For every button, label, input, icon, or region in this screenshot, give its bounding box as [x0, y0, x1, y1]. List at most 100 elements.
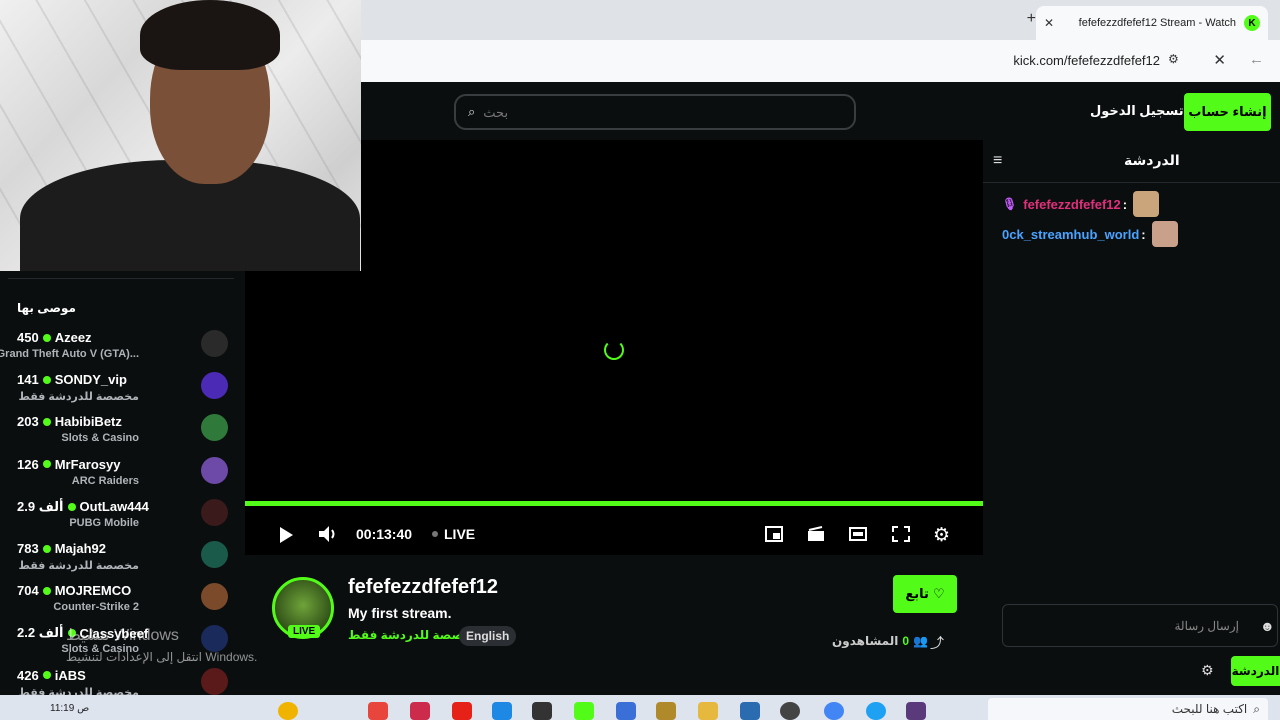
channel-item-avatar — [201, 414, 228, 442]
chat-username[interactable]: 0ck_streamhub_world — [1002, 227, 1139, 242]
chat-title: الدردشة — [1124, 152, 1180, 168]
channel-viewers: 783 — [17, 541, 39, 556]
edge-icon[interactable] — [492, 702, 512, 720]
channel-item-name: SONDY_vip — [54, 372, 127, 388]
channel-item-name: MOJREMCO — [54, 583, 132, 599]
editor-icon[interactable] — [740, 702, 760, 720]
site-settings-icon[interactable]: ⚙ — [1168, 52, 1188, 70]
browser-tab[interactable]: K fefefezzdfefef12 Stream - Watch ✕ — [1036, 6, 1268, 40]
collapse-chat-icon[interactable]: ≡ — [993, 152, 1002, 170]
tab-close-icon[interactable]: ✕ — [1044, 16, 1054, 30]
chat-settings-icon[interactable]: ⚙ — [1201, 662, 1214, 679]
chat-input-box[interactable] — [1002, 604, 1278, 647]
language-tag[interactable]: English — [459, 626, 517, 646]
channel-item-name: MrFarosyy — [54, 456, 121, 472]
chat-message: 0ck_streamhub_world : — [1002, 221, 1178, 247]
clip-icon[interactable] — [807, 526, 825, 542]
sidebar-channel-item[interactable]: 450 Azeez Grand Theft Auto V (GTA)... — [0, 330, 245, 372]
youtube-icon[interactable] — [452, 702, 472, 720]
opera-icon[interactable] — [410, 702, 430, 720]
login-button[interactable]: تسجيل الدخول — [1090, 103, 1184, 119]
live-dot-icon — [42, 333, 51, 342]
viewers-label: المشاهدون — [832, 634, 899, 648]
channel-item-avatar — [201, 625, 228, 653]
signup-button[interactable]: إنشاء حساب — [1184, 93, 1271, 131]
file-explorer-icon[interactable] — [698, 702, 718, 720]
channel-header: 126 MrFarosyy — [17, 457, 120, 472]
theater-mode-icon[interactable] — [849, 527, 867, 541]
windows-activation-title: تنشيط Windows — [66, 627, 179, 644]
channel-item-avatar — [201, 667, 228, 695]
new-tab-button[interactable]: + — [1027, 10, 1036, 28]
live-dot-icon — [42, 417, 51, 426]
recommended-title: موصى بها — [17, 301, 76, 315]
game-icon[interactable] — [906, 702, 926, 720]
volume-icon[interactable] — [318, 525, 338, 543]
live-dot-icon — [42, 586, 51, 595]
users-icon: 👥 — [913, 634, 928, 648]
back-arrow-icon[interactable]: ← — [1249, 51, 1264, 68]
heart-icon: ♡ — [932, 586, 945, 601]
follow-button[interactable]: تابع ♡ — [893, 575, 957, 613]
search-input[interactable] — [483, 104, 842, 120]
miniplayer-icon[interactable] — [765, 526, 783, 542]
obs-icon[interactable] — [780, 702, 800, 720]
channel-viewers: 141 — [17, 372, 39, 388]
channel-viewers: 2.2 ألف — [17, 625, 64, 641]
channel-item-category: مخصصة للدردشة فقط — [18, 391, 139, 404]
windows-activation-subtitle: انتقل إلى الإعدادات لتنشيط Windows. — [66, 650, 258, 664]
webcam-overlay — [0, 0, 361, 271]
sidebar-channel-item[interactable]: 203 HabibiBetz Slots & Casino — [0, 414, 245, 456]
taskbar-search[interactable]: اكتب هنا للبحث ⌕ — [988, 698, 1268, 720]
weather-icon[interactable] — [278, 702, 298, 720]
channel-viewers: 2.9 ألف — [17, 498, 64, 514]
live-dot-icon — [42, 671, 51, 680]
chat-message: 🎙 fefefezzdfefef12 : — [1002, 191, 1160, 217]
channel-header: 426 iABS — [17, 668, 86, 683]
channel-viewers: 450 — [17, 330, 39, 345]
settings-gear-icon[interactable]: ⚙ — [933, 524, 950, 547]
url-text[interactable]: kick.com/fefefezzdfefef12 — [1013, 53, 1160, 68]
chat-separator: : — [1122, 196, 1128, 212]
emoji-icon[interactable]: ☻ — [1260, 618, 1275, 634]
sidebar-channel-item[interactable]: 704 MOJREMCO Counter-Strike 2 — [0, 583, 245, 625]
kick-app-icon[interactable] — [574, 702, 594, 720]
channel-viewers: 203 — [17, 414, 39, 430]
channel-name[interactable]: fefefezzdfefef12 — [348, 576, 498, 599]
chat-separator: : — [1141, 226, 1146, 242]
live-dot-icon — [67, 502, 76, 511]
channel-viewers: 704 — [17, 583, 39, 599]
channel-viewers: 126 — [17, 456, 39, 472]
store-icon[interactable] — [616, 702, 636, 720]
taskbar-clock[interactable]: 11:19 ص — [50, 703, 89, 714]
channel-item-name: Majah92 — [54, 541, 107, 556]
capcut-icon[interactable] — [532, 702, 552, 720]
chat-emote — [1133, 191, 1160, 217]
tab-title: fefefezzdfefef12 Stream - Watch — [1078, 17, 1236, 29]
live-label[interactable]: LIVE — [444, 526, 475, 542]
search-bar[interactable]: ⌕ — [454, 94, 856, 130]
channel-header: 203 HabibiBetz — [17, 414, 122, 429]
channel-item-avatar — [201, 456, 228, 484]
sidebar-channel-item[interactable]: 783 Majah92 مخصصة للدردشة فقط — [0, 541, 245, 583]
sidebar-channel-item[interactable]: 126 MrFarosyy ARC Raiders — [0, 456, 245, 499]
kick-favicon-icon: K — [1244, 15, 1260, 31]
live-dot-icon — [42, 460, 51, 469]
sidebar-channel-item[interactable]: 141 SONDY_vip مخصصة للدردشة فقط — [0, 372, 245, 414]
chat-input[interactable] — [1003, 605, 1277, 646]
channel-item-avatar — [201, 330, 228, 357]
stop-loading-icon[interactable]: ✕ — [1213, 51, 1226, 69]
fullscreen-icon[interactable] — [892, 526, 910, 542]
channel-item-category: ARC Raiders — [71, 474, 139, 487]
play-icon[interactable] — [278, 526, 294, 544]
chat-username[interactable]: fefefezzdfefef12 — [1023, 197, 1121, 212]
chrome-icon[interactable] — [368, 702, 388, 720]
share-icon[interactable]: ⤴ — [930, 633, 944, 653]
channel-item-category: Slots & Casino — [61, 432, 139, 445]
sidebar-channel-item[interactable]: 2.9 ألف OutLaw444 PUBG Mobile — [0, 498, 245, 541]
channel-item-category: Counter-Strike 2 — [53, 601, 139, 614]
bot-icon[interactable] — [866, 702, 886, 720]
app-icon[interactable] — [656, 702, 676, 720]
chrome-2-icon[interactable] — [824, 702, 844, 720]
chat-send-button[interactable]: الدردشة — [1231, 656, 1280, 686]
